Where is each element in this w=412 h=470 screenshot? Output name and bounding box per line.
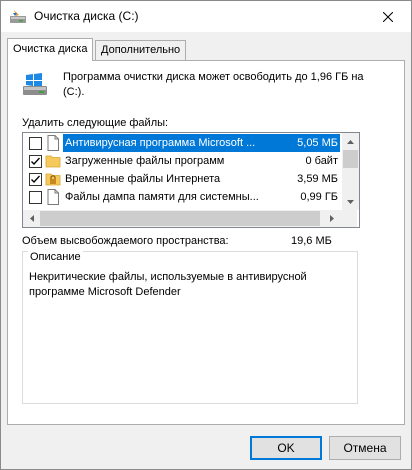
- arrow-up-icon: [347, 139, 354, 144]
- drive-icon: [23, 73, 47, 95]
- check-icon: [31, 175, 40, 183]
- list-item[interactable]: Файлы дампа памяти для системны... 0,99 …: [23, 188, 340, 206]
- item-checkbox[interactable]: [29, 137, 42, 150]
- list-item[interactable]: Антивирусная программа Microsoft ... 5,0…: [23, 134, 340, 152]
- vertical-scrollbar[interactable]: [342, 133, 359, 210]
- blank-page-icon: [47, 189, 59, 205]
- window-title: Очистка диска (C:): [34, 9, 139, 23]
- ok-button[interactable]: OK: [250, 436, 322, 460]
- tab-disk-cleanup[interactable]: Очистка диска: [7, 38, 94, 61]
- files-listbox[interactable]: Антивирусная программа Microsoft ... 5,0…: [22, 132, 360, 228]
- item-name: Антивирусная программа Microsoft ...: [63, 134, 265, 152]
- intro-text: Программа очистки диска может освободить…: [63, 71, 364, 98]
- locked-folder-icon: [45, 173, 61, 186]
- item-size: 5,05 МБ: [265, 134, 340, 152]
- blank-page-icon: [47, 135, 59, 151]
- arrow-right-icon: [329, 215, 334, 222]
- item-size: 0 байт: [305, 155, 338, 167]
- item-name: Файлы дампа памяти для системны...: [65, 191, 259, 203]
- scroll-thumb[interactable]: [343, 150, 358, 168]
- disk-cleanup-panel: Программа очистки диска может освободить…: [7, 60, 405, 425]
- item-checkbox[interactable]: [29, 173, 42, 186]
- scroll-left-button[interactable]: [23, 210, 40, 227]
- item-name: Загруженные файлы программ: [65, 155, 225, 167]
- scroll-right-button[interactable]: [323, 210, 340, 227]
- arrow-down-icon: [347, 199, 354, 204]
- arrow-left-icon: [29, 215, 34, 222]
- item-name: Временные файлы Интернета: [65, 173, 221, 185]
- folder-icon: [45, 155, 61, 168]
- description-legend: Описание: [28, 251, 83, 263]
- horizontal-scrollbar[interactable]: [23, 210, 340, 227]
- item-checkbox[interactable]: [29, 155, 42, 168]
- space-freed-value: 19,6 МБ: [291, 235, 332, 247]
- disk-cleanup-app-icon: [10, 10, 26, 23]
- check-icon: [31, 157, 40, 165]
- item-size: 3,59 МБ: [297, 173, 338, 185]
- description-group: Описание Некритические файлы, используем…: [22, 251, 358, 404]
- cancel-button[interactable]: Отмена: [329, 436, 401, 460]
- description-text: Некритические файлы, используемые в анти…: [29, 271, 307, 298]
- list-item[interactable]: Временные файлы Интернета 3,59 МБ: [23, 170, 340, 188]
- close-icon: [383, 11, 393, 22]
- scroll-down-button[interactable]: [342, 193, 359, 210]
- horizontal-scroll-thumb[interactable]: [40, 211, 320, 226]
- close-button[interactable]: [365, 1, 411, 32]
- files-to-delete-label: Удалить следующие файлы:: [22, 117, 169, 129]
- space-freed-label: Объем высвобождаемого пространства:: [22, 235, 229, 247]
- item-size: 0,99 ГБ: [300, 191, 338, 203]
- disk-cleanup-window: Очистка диска (C:) Очистка диска Дополни…: [0, 0, 412, 470]
- list-item[interactable]: Загруженные файлы программ 0 байт: [23, 152, 340, 170]
- tab-more-options[interactable]: Дополнительно: [95, 40, 187, 61]
- scrollbar-corner: [340, 210, 357, 227]
- item-checkbox[interactable]: [29, 191, 42, 204]
- title-bar[interactable]: Очистка диска (C:): [1, 1, 411, 32]
- scroll-up-button[interactable]: [342, 133, 359, 150]
